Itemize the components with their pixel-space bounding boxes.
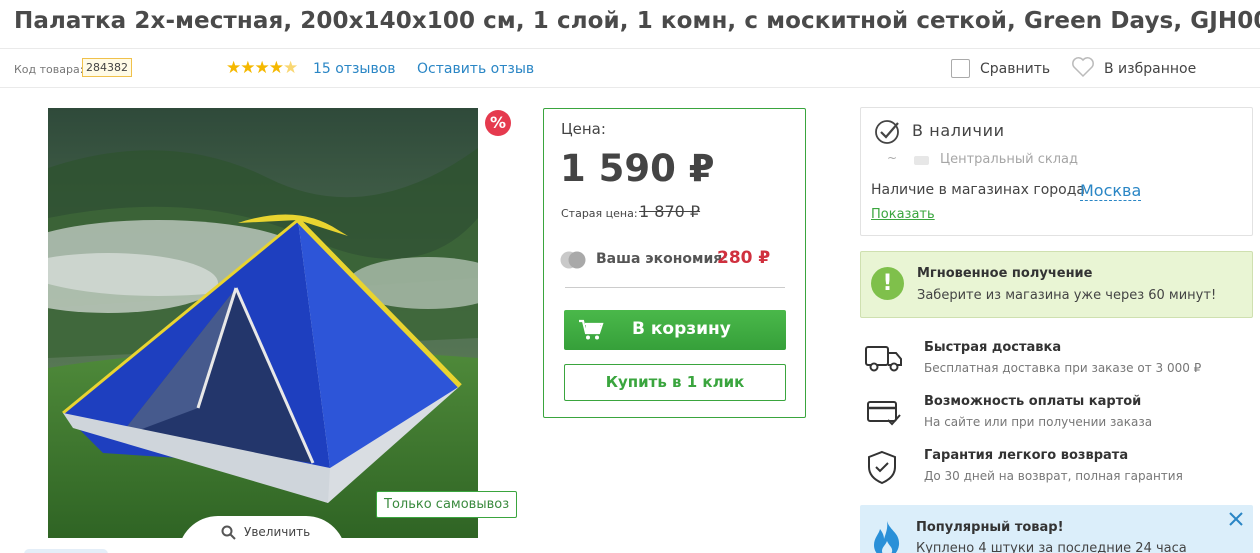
- feature-title: Быстрая доставка: [924, 340, 1062, 355]
- compare-checkbox[interactable]: [951, 59, 970, 78]
- heart-icon[interactable]: [1071, 56, 1095, 82]
- price-divider: [565, 287, 785, 288]
- feature-text: До 30 дней на возврат, полная гарантия: [924, 469, 1183, 483]
- feature-text: На сайте или при получении заказа: [924, 415, 1153, 429]
- product-code-label: Код товара:: [14, 63, 84, 76]
- product-code-value: 284382: [82, 58, 132, 77]
- warehouse-label: Центральный склад: [940, 152, 1078, 167]
- warehouse-icon: [914, 156, 929, 165]
- coins-icon: [559, 250, 589, 274]
- close-icon[interactable]: [1228, 511, 1244, 531]
- savings-label: Ваша экономия:: [596, 251, 728, 267]
- sale-badge: %: [485, 110, 511, 136]
- city-link[interactable]: Москва: [1080, 181, 1142, 201]
- thumbnail-strip-edge: [24, 549, 108, 553]
- tent-image: [48, 108, 478, 538]
- truck-icon: [864, 342, 904, 378]
- exclamation-icon: !: [871, 267, 904, 300]
- half-star-icon: ★: [282, 58, 298, 78]
- product-photo[interactable]: [48, 108, 478, 538]
- check-circle-icon: [873, 118, 901, 150]
- old-price-label: Старая цена:: [561, 207, 638, 220]
- leave-review-link[interactable]: Оставить отзыв: [417, 61, 534, 77]
- stock-card: В наличии ~ Центральный склад Наличие в …: [860, 107, 1253, 236]
- card-icon: [864, 396, 904, 432]
- instant-pickup-banner: ! Мгновенное получение Заберите из магаз…: [860, 251, 1253, 318]
- show-stores-link[interactable]: Показать: [871, 207, 935, 222]
- availability-tilde: ~: [887, 151, 898, 165]
- pickup-only-tag: Только самовывоз: [376, 491, 518, 518]
- add-to-cart-button[interactable]: В корзину: [564, 310, 786, 350]
- add-to-cart-label: В корзину: [632, 319, 731, 339]
- feature-return: Гарантия легкого возврата До 30 дней на …: [860, 448, 1253, 494]
- old-price-value: 1 870 ₽: [639, 202, 701, 221]
- price-card: Цена: 1 590 ₽ Старая цена: 1 870 ₽ Ваша …: [543, 108, 806, 418]
- cart-icon: [578, 319, 604, 345]
- product-meta-bar: Код товара: 284382 ★★★★★ 15 отзывов Оста…: [0, 48, 1260, 88]
- shield-icon: [864, 450, 904, 490]
- price-label: Цена:: [561, 120, 606, 138]
- popular-text: Куплено 4 штуки за последние 24 часа: [916, 541, 1187, 553]
- fire-icon: [870, 519, 904, 553]
- instant-pickup-title: Мгновенное получение: [917, 266, 1093, 281]
- feature-card-payment: Возможность оплаты картой На сайте или п…: [860, 394, 1253, 440]
- feature-title: Возможность оплаты картой: [924, 394, 1142, 409]
- instant-pickup-text: Заберите из магазина уже через 60 минут!: [917, 288, 1217, 303]
- city-availability-label: Наличие в магазинах города: [871, 182, 1086, 198]
- popular-title: Популярный товар!: [916, 520, 1064, 535]
- stock-status: В наличии: [912, 121, 1005, 140]
- feature-title: Гарантия легкого возврата: [924, 448, 1129, 463]
- star-icons: ★★★★: [226, 58, 284, 78]
- feature-delivery: Быстрая доставка Бесплатная доставка при…: [860, 340, 1253, 386]
- magnifier-icon[interactable]: [221, 525, 236, 544]
- feature-text: Бесплатная доставка при заказе от 3 000 …: [924, 361, 1202, 375]
- zoom-label[interactable]: Увеличить: [244, 525, 310, 539]
- reviews-link[interactable]: 15 отзывов: [313, 61, 396, 77]
- buy-one-click-button[interactable]: Купить в 1 клик: [564, 364, 786, 401]
- current-price: 1 590 ₽: [560, 147, 715, 190]
- favorite-label[interactable]: В избранное: [1104, 61, 1196, 77]
- popular-product-banner: Популярный товар! Куплено 4 штуки за пос…: [860, 505, 1253, 553]
- compare-label[interactable]: Сравнить: [980, 61, 1050, 77]
- product-title: Палатка 2х-местная, 200х140х100 см, 1 сл…: [14, 8, 1260, 34]
- rating-stars[interactable]: ★★★★★: [226, 58, 298, 78]
- savings-value: 280 ₽: [717, 248, 771, 268]
